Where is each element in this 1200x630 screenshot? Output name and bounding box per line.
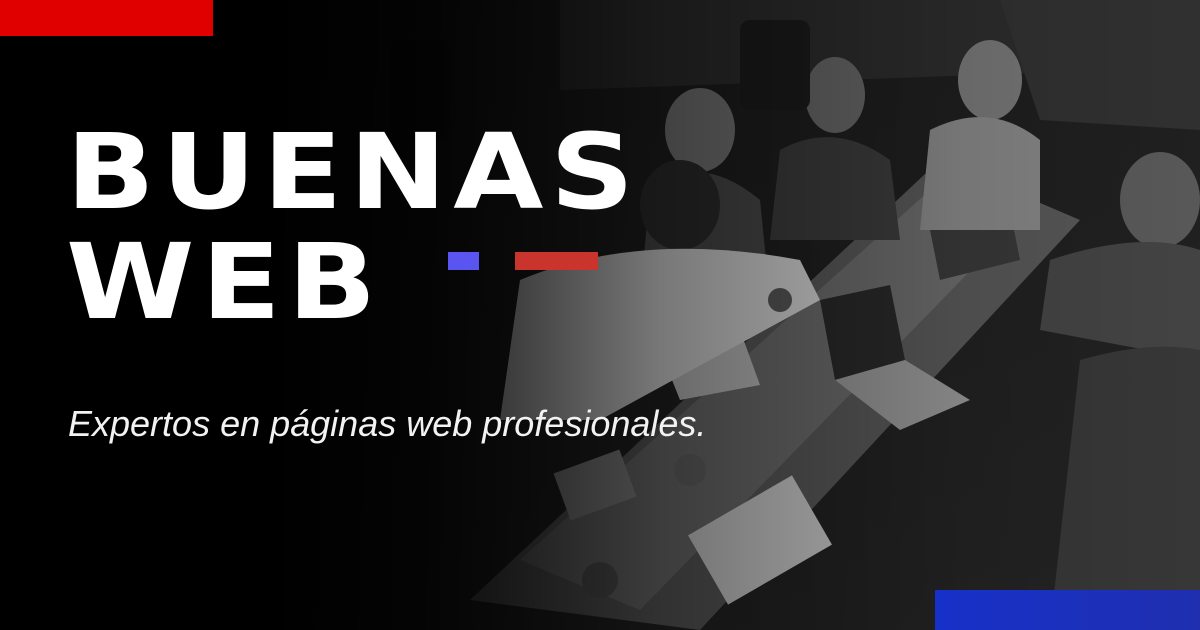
- blue-dash-decoration: [448, 252, 479, 270]
- brand-line-2: WEB: [66, 221, 383, 343]
- brand-logo: BUENAS WEB: [66, 120, 634, 343]
- brand-line-1: BUENAS: [66, 111, 641, 233]
- tagline: Expertos en páginas web profesionales.: [68, 403, 707, 444]
- blue-accent-bar: [935, 590, 1200, 630]
- red-dash-decoration: [515, 252, 598, 270]
- hero-banner: BUENAS WEB Expertos en páginas web profe…: [0, 0, 1200, 630]
- red-accent-bar: [0, 0, 213, 36]
